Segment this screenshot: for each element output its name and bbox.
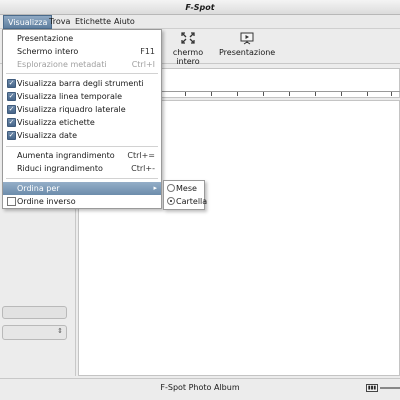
checkbox-unchecked-icon [7, 197, 16, 206]
slideshow-icon [239, 32, 255, 46]
fullscreen-icon [180, 32, 196, 46]
status-text: F-Spot Photo Album [160, 383, 240, 392]
sidebar-combo[interactable]: ⇕ [2, 325, 67, 340]
spin-arrows-icon: ⇕ [57, 327, 63, 335]
timeline-tick [237, 92, 238, 96]
timeline-tick [211, 92, 212, 96]
checkbox-checked-icon: ✓ [7, 131, 16, 140]
submenu-item-cartella[interactable]: Cartella [164, 195, 207, 208]
menubar: Visualizza Trova Etichette Aiuto [0, 15, 400, 29]
radio-selected-icon [167, 197, 175, 205]
checkbox-checked-icon: ✓ [7, 79, 16, 88]
fullscreen-button[interactable]: chermo intero [160, 32, 216, 66]
checkbox-checked-icon: ✓ [7, 92, 16, 101]
menu-item-schermo-intero[interactable]: Schermo intero F11 [3, 45, 161, 58]
window-title: F-Spot [0, 0, 400, 15]
sort-submenu: Mese Cartella [163, 180, 207, 210]
view-menu: Presentazione Schermo intero F11 Esplora… [2, 29, 162, 209]
menu-item-aumenta-ingrandimento[interactable]: Aumenta ingrandimento Ctrl+= [3, 149, 161, 162]
menu-item-riduci-ingrandimento[interactable]: Riduci ingrandimento Ctrl+- [3, 162, 161, 175]
menu-etichette[interactable]: Etichette [71, 15, 115, 29]
menu-separator [6, 146, 158, 147]
menu-separator [6, 73, 158, 74]
menu-item-presentazione[interactable]: Presentazione [3, 32, 161, 45]
checkbox-checked-icon: ✓ [7, 118, 16, 127]
statusbar: F-Spot Photo Album ▮▮▮ [0, 378, 400, 400]
timeline-tick [315, 92, 316, 96]
menu-item-ordine-inverso[interactable]: Ordine inverso [3, 195, 161, 208]
menu-item-linea-temporale[interactable]: ✓ Visualizza linea temporale [3, 90, 161, 103]
timeline-tick [185, 92, 186, 96]
menu-item-date[interactable]: ✓ Visualizza date [3, 129, 161, 142]
menu-item-barra-strumenti[interactable]: ✓ Visualizza barra degli strumenti [3, 77, 161, 90]
timeline-tick [289, 92, 290, 96]
slideshow-button[interactable]: Presentazione [219, 32, 276, 57]
fullscreen-label: chermo intero [172, 48, 204, 66]
radio-unselected-icon [167, 184, 175, 192]
timeline-tick [367, 92, 368, 96]
timeline-tick [341, 92, 342, 96]
menu-trova[interactable]: Trova [45, 15, 74, 29]
submenu-arrow-icon: ▸ [153, 184, 157, 192]
sidebar-button[interactable] [2, 306, 67, 319]
slideshow-label: Presentazione [219, 48, 276, 57]
menu-item-riquadro-laterale[interactable]: ✓ Visualizza riquadro laterale [3, 103, 161, 116]
zoom-slider[interactable] [380, 387, 400, 389]
checkbox-checked-icon: ✓ [7, 105, 16, 114]
menu-item-ordina-per[interactable]: Ordina per ▸ [3, 182, 161, 195]
timeline-tick [263, 92, 264, 96]
thumbnail-zoom-icon: ▮▮▮ [366, 384, 378, 392]
menu-item-esplorazione-metadati: Esplorazione metadati Ctrl+I [17, 60, 155, 69]
submenu-item-mese[interactable]: Mese [164, 182, 204, 195]
menu-aiuto[interactable]: Aiuto [110, 15, 139, 29]
timeline-tick [391, 92, 392, 96]
menu-separator [6, 178, 158, 179]
menu-item-etichette[interactable]: ✓ Visualizza etichette [3, 116, 161, 129]
